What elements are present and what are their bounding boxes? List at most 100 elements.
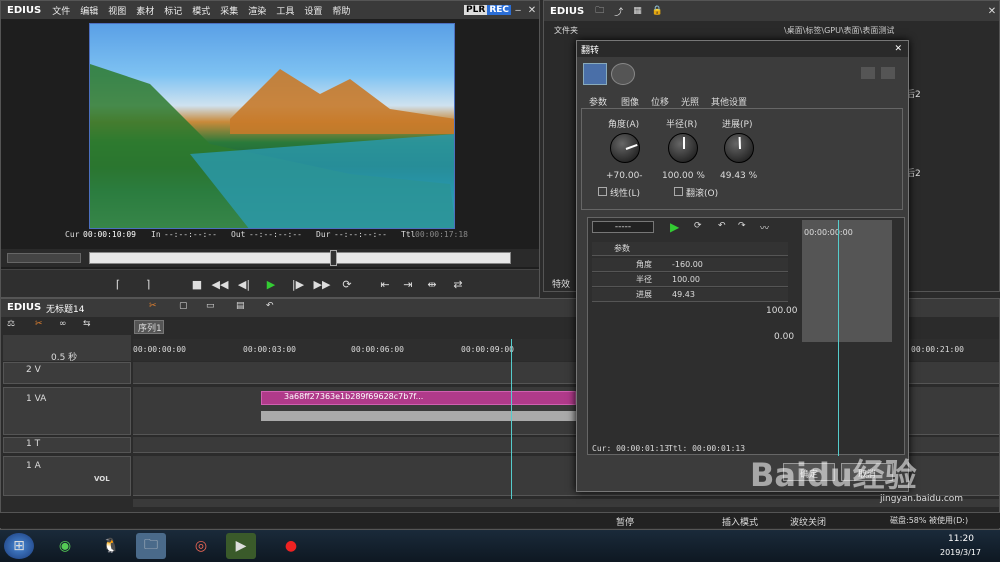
timer-icon[interactable] (611, 63, 635, 85)
menu-render[interactable]: 渲染 (243, 7, 271, 17)
close-icon[interactable]: ✕ (525, 5, 539, 16)
rec-button[interactable]: REC (487, 5, 511, 15)
save-icon[interactable]: ▤ (236, 301, 245, 311)
mode-icon[interactable]: ⚖ (7, 319, 15, 329)
paint-icon[interactable] (583, 63, 607, 85)
dur-label: Dur (316, 230, 331, 239)
progress-knob[interactable] (724, 133, 754, 163)
record-icon[interactable]: ● (276, 533, 306, 559)
tab-params[interactable]: 参数 (585, 95, 611, 108)
playhead-line[interactable] (511, 339, 512, 499)
kf-next-icon[interactable]: ↷ (738, 221, 746, 231)
minimize-icon[interactable]: ‒ (511, 5, 525, 16)
open-icon[interactable]: ▭ (206, 301, 215, 311)
trim-icon[interactable]: ⇄ (449, 275, 467, 293)
kf-loop-icon[interactable]: ⟳ (694, 221, 702, 231)
flip-checkbox[interactable] (674, 187, 683, 196)
in-timecode: --:--:--:-- (164, 230, 217, 239)
link-icon[interactable]: ∞ (59, 319, 67, 329)
menu-view[interactable]: 视图 (103, 7, 131, 17)
new-icon[interactable]: ▢ (179, 301, 188, 311)
kf-play-icon[interactable]: ▶ (670, 220, 679, 234)
insert-mode-status[interactable]: 插入模式 (722, 515, 758, 528)
kf-prev-icon[interactable]: ↶ (718, 221, 726, 231)
position-slider-handle[interactable] (330, 250, 337, 266)
track-header-1va[interactable]: 1 VA (3, 387, 131, 435)
view-icon[interactable]: ▦ (628, 6, 647, 16)
lock-icon[interactable]: 🔒 (647, 6, 668, 16)
redo-icon[interactable] (881, 67, 895, 79)
set-out-icon[interactable]: ⌉ (139, 275, 157, 293)
step-back-icon[interactable]: ◀| (235, 275, 253, 293)
tab-image[interactable]: 图像 (617, 95, 643, 108)
stop-icon[interactable]: ■ (188, 275, 206, 293)
param-value[interactable]: 49.43 (672, 290, 695, 299)
undo-icon[interactable]: ↶ (266, 301, 274, 311)
overwrite-icon[interactable]: ⇥ (399, 275, 417, 293)
param-row[interactable]: 角度 -160.00 (592, 258, 788, 272)
jog-slider[interactable] (7, 253, 81, 263)
bin-close-icon[interactable]: ✕ (985, 6, 999, 17)
menu-capture[interactable]: 采集 (215, 7, 243, 17)
track-header-1a[interactable]: 1 A VOL (3, 456, 131, 496)
tab-other[interactable]: 其他设置 (707, 95, 751, 108)
effect-tab[interactable]: 特效 (552, 277, 570, 290)
dialog-close-icon[interactable]: ✕ (894, 44, 908, 54)
sequence-tab[interactable]: 序列1 (134, 320, 164, 334)
play-icon[interactable]: ▶ (262, 275, 280, 293)
angle-knob[interactable] (610, 133, 640, 163)
fast-forward-icon[interactable]: ▶▶ (313, 275, 331, 293)
radius-knob[interactable] (668, 133, 698, 163)
menu-edit[interactable]: 编辑 (75, 7, 103, 17)
param-value[interactable]: 100.00 (672, 275, 700, 284)
kf-curve-icon[interactable]: 〰 (760, 221, 769, 234)
rewind-icon[interactable]: ◀◀ (211, 275, 229, 293)
track-header-1t[interactable]: 1 T (3, 437, 131, 453)
kf-playhead[interactable] (838, 220, 839, 456)
param-row[interactable]: 半径 100.00 (592, 273, 788, 287)
ie-icon[interactable]: ◉ (50, 533, 80, 559)
params-root-row[interactable]: 参数 (592, 242, 788, 256)
cut-icon[interactable]: ✂ (149, 301, 157, 311)
folder-icon[interactable]: 🗀 (590, 3, 609, 19)
insert-icon[interactable]: ⇤ (376, 275, 394, 293)
set-in-icon[interactable]: ⌈ (109, 275, 127, 293)
playback-controls: ⌈ ⌉ ■ ◀◀ ◀| ▶ |▶ ▶▶ ⟳ ⇤ ⇥ ⇹ ⇄ (1, 269, 539, 297)
undo-icon[interactable] (861, 67, 875, 79)
dropdown[interactable]: ----- (592, 221, 654, 233)
ttl-timecode: 00:00:17:18 (415, 230, 468, 239)
menu-tools[interactable]: 工具 (271, 7, 299, 17)
qq-icon[interactable]: 🐧 (96, 533, 126, 559)
menu-file[interactable]: 文件 (47, 7, 75, 17)
razor-icon[interactable]: ✂ (35, 319, 43, 329)
explorer-icon[interactable]: 🗀 (136, 533, 166, 559)
param-value[interactable]: -160.00 (672, 260, 703, 269)
firefox-icon[interactable]: ◎ (186, 533, 216, 559)
timeline-scrollbar[interactable] (133, 499, 999, 507)
keyframe-graph[interactable]: 00:00:00:00 (802, 220, 892, 456)
menu-mode[interactable]: 模式 (187, 7, 215, 17)
position-bar[interactable] (89, 252, 511, 264)
menu-marker[interactable]: 标记 (159, 7, 187, 17)
up-icon[interactable]: ⤴ (609, 5, 628, 18)
plr-button[interactable]: PLR (464, 5, 488, 15)
step-forward-icon[interactable]: |▶ (289, 275, 307, 293)
start-button[interactable]: ⊞ (4, 533, 34, 559)
menu-settings[interactable]: 设置 (299, 7, 327, 17)
tab-position[interactable]: 位移 (647, 95, 673, 108)
sync-icon[interactable]: ⇆ (83, 319, 91, 329)
audio-clip-bar[interactable] (261, 411, 576, 421)
clock-time[interactable]: 11:20 (948, 534, 974, 544)
track-header-2v[interactable]: 2 V (3, 362, 131, 384)
edius-taskbar-icon[interactable]: ▶ (226, 533, 256, 559)
vol-label[interactable]: VOL (94, 475, 110, 483)
video-clip[interactable]: 3a68ff27363e1b289f69628c7b7f... (261, 391, 576, 405)
replace-icon[interactable]: ⇹ (423, 275, 441, 293)
menu-help[interactable]: 帮助 (327, 7, 355, 17)
menu-clip[interactable]: 素材 (131, 7, 159, 17)
param-row[interactable]: 进展 49.43 (592, 288, 788, 302)
tab-lighting[interactable]: 光照 (677, 95, 703, 108)
ripple-status[interactable]: 波纹关闭 (790, 515, 826, 528)
loop-icon[interactable]: ⟳ (338, 275, 356, 293)
linear-checkbox[interactable] (598, 187, 607, 196)
